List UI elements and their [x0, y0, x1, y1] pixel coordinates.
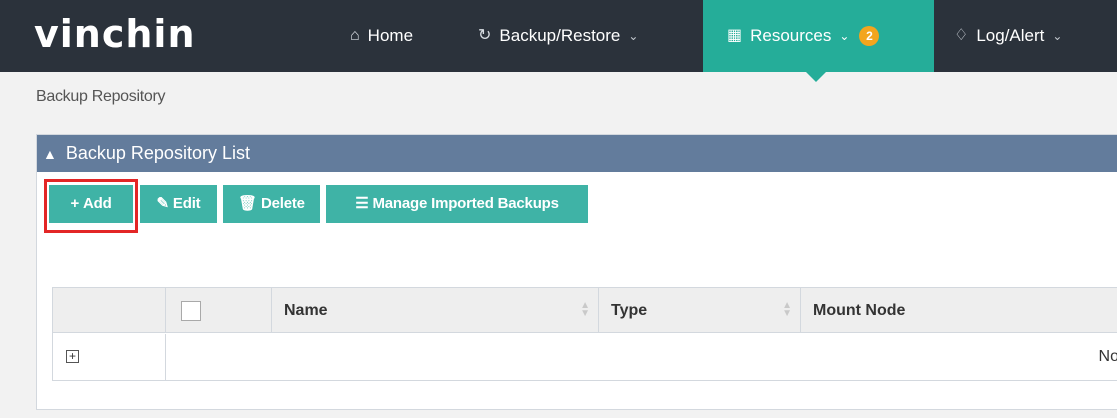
nav-resources[interactable]: ▦ Resources ⌄ 2: [703, 0, 934, 72]
sort-icon: ▲ ▼: [580, 300, 590, 319]
panel-header: ▲ Backup Repository List: [37, 135, 1117, 172]
trash-icon: 🗑: [238, 195, 257, 212]
select-all-checkbox[interactable]: [181, 301, 201, 321]
column-header-mount-node[interactable]: Mount Node: [801, 288, 1117, 332]
chevron-down-icon: ⌄: [839, 29, 850, 43]
repository-icon: ▲: [43, 146, 57, 162]
active-nav-pointer: [806, 72, 826, 82]
nav-home-label: Home: [367, 26, 414, 45]
chevron-down-icon: ⌄: [628, 29, 639, 43]
nav-backup-restore[interactable]: ↻ Backup/Restore ⌄: [478, 0, 688, 72]
edit-label: Edit: [172, 195, 201, 212]
column-header-name[interactable]: Name ▲ ▼: [272, 288, 599, 332]
home-icon: ⌂: [350, 27, 360, 44]
manage-label: Manage Imported Backups: [372, 195, 559, 212]
top-navbar: vinchin ⌂ Home ↻ Backup/Restore ⌄ ▦ Reso…: [0, 0, 1117, 72]
nav-resources-label: Resources: [750, 26, 832, 45]
delete-button[interactable]: 🗑 Delete: [223, 185, 320, 223]
nav-log-alert-label: Log/Alert: [976, 26, 1045, 45]
column-header-type-label: Type: [611, 302, 648, 319]
expand-column-header: [53, 288, 166, 332]
expand-cell: +: [53, 334, 166, 380]
table-row: + No: [53, 334, 1117, 380]
empty-message: No: [1098, 348, 1117, 365]
database-icon: ☰: [355, 195, 369, 212]
sort-icon: ▲ ▼: [782, 300, 792, 319]
delete-label: Delete: [261, 195, 305, 212]
panel-title: Backup Repository List: [65, 143, 250, 163]
edit-icon: ✎: [156, 195, 170, 212]
expand-icon[interactable]: +: [66, 350, 79, 363]
column-header-mount-node-label: Mount Node: [813, 302, 906, 319]
edit-button[interactable]: ✎ Edit: [140, 185, 217, 223]
nav-home[interactable]: ⌂ Home: [350, 0, 450, 72]
breadcrumb: Backup Repository: [36, 88, 166, 105]
nav-backup-restore-label: Backup/Restore: [499, 26, 621, 45]
column-header-type[interactable]: Type ▲ ▼: [599, 288, 801, 332]
nav-log-alert[interactable]: ♢ Log/Alert ⌄: [954, 0, 1117, 72]
table-header: Name ▲ ▼ Type ▲ ▼ Mount Node: [53, 288, 1117, 333]
notification-badge: 2: [859, 26, 880, 46]
select-column-header: [166, 288, 272, 332]
highlight-box: [44, 179, 138, 233]
brand-logo[interactable]: vinchin: [34, 10, 196, 58]
empty-message-cell: No: [166, 334, 1117, 380]
column-header-name-label: Name: [284, 302, 328, 319]
repository-panel: ▲ Backup Repository List + Add ✎ Edit 🗑 Del…: [36, 134, 1117, 410]
refresh-icon: ↻: [478, 27, 492, 44]
manage-imported-backups-button[interactable]: ☰ Manage Imported Backups: [326, 185, 588, 223]
bell-icon: ♢: [954, 27, 969, 44]
grid-icon: ▦: [727, 27, 743, 44]
repository-table: Name ▲ ▼ Type ▲ ▼ Mount Node + No: [52, 287, 1117, 381]
chevron-down-icon: ⌄: [1052, 29, 1063, 43]
